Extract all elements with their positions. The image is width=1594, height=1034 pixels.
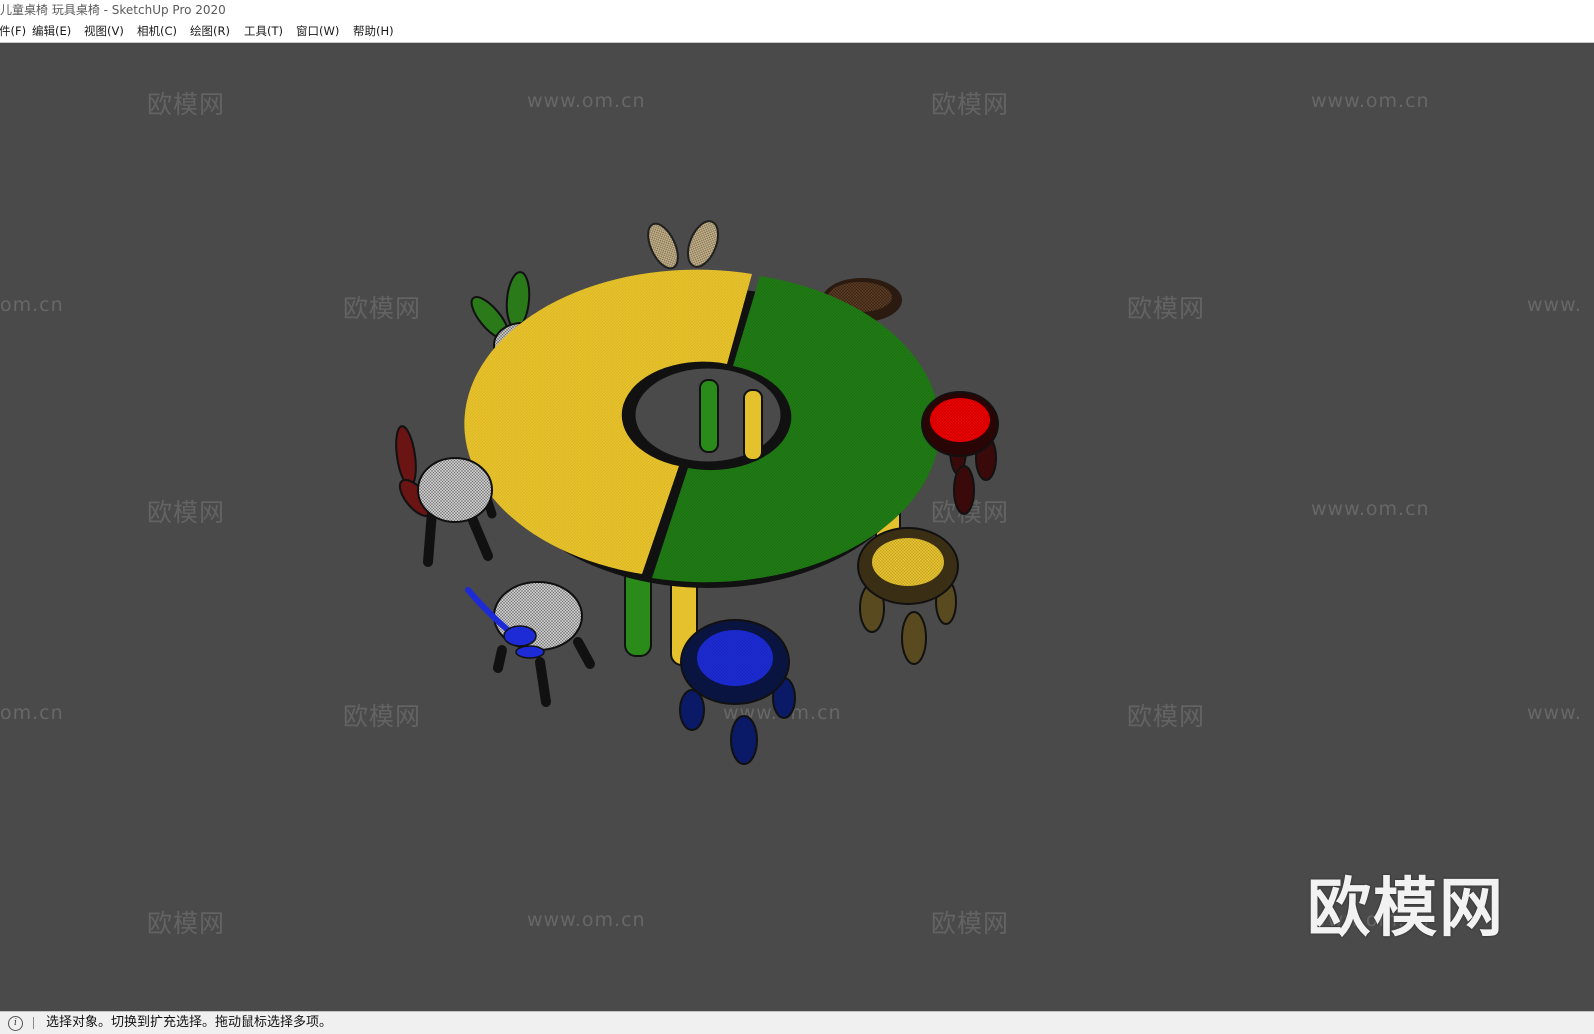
status-bar: i 选择对象。切换到扩充选择。拖动鼠标选择多项。 — [0, 1011, 1594, 1034]
menu-view[interactable]: 视图(V) — [82, 21, 126, 42]
title-bar: 儿童桌椅 玩具桌椅 - SketchUp Pro 2020 — [0, 0, 1594, 21]
menu-draw[interactable]: 绘图(R) — [188, 21, 232, 42]
menu-window[interactable]: 窗口(W) — [294, 21, 341, 42]
menu-tools[interactable]: 工具(T) — [242, 21, 285, 42]
menu-edit[interactable]: 编辑(E) — [30, 21, 73, 42]
model-viewport[interactable]: 欧模网 www.om.cn 欧模网 www.om.cn om.cn 欧模网 ww… — [0, 43, 1594, 1011]
stool-blue[interactable] — [679, 619, 796, 765]
stool-yellow[interactable] — [857, 527, 959, 665]
menu-file[interactable]: 件(F) — [0, 21, 28, 42]
status-divider — [33, 1017, 34, 1029]
stool-bunny-top[interactable] — [642, 217, 724, 273]
status-text: 选择对象。切换到扩充选择。拖动鼠标选择多项。 — [46, 1015, 333, 1030]
window-title: 儿童桌椅 玩具桌椅 - SketchUp Pro 2020 — [0, 3, 226, 17]
brand-logo: 欧模网 — [1307, 872, 1505, 946]
donut-table[interactable] — [464, 269, 940, 588]
menu-bar: 件(F) 编辑(E) 视图(V) 相机(C) 绘图(R) 工具(T) 窗口(W)… — [0, 21, 1594, 43]
menu-camera[interactable]: 相机(C) — [135, 21, 179, 42]
menu-help[interactable]: 帮助(H) — [351, 21, 396, 42]
info-icon[interactable]: i — [8, 1016, 23, 1031]
stool-bunny-blue-ears[interactable] — [465, 581, 595, 707]
